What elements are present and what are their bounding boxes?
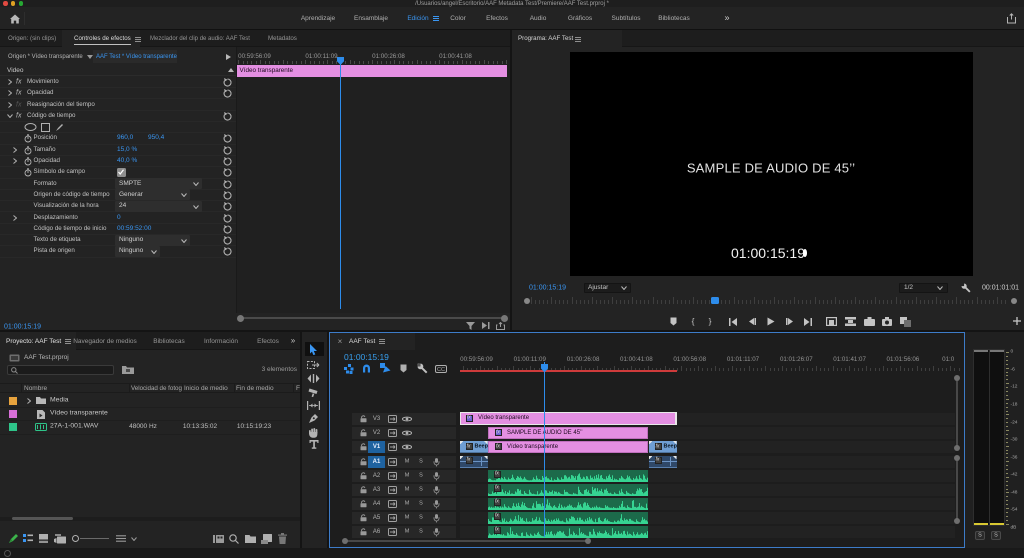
svg-text:CC: CC bbox=[437, 367, 445, 373]
